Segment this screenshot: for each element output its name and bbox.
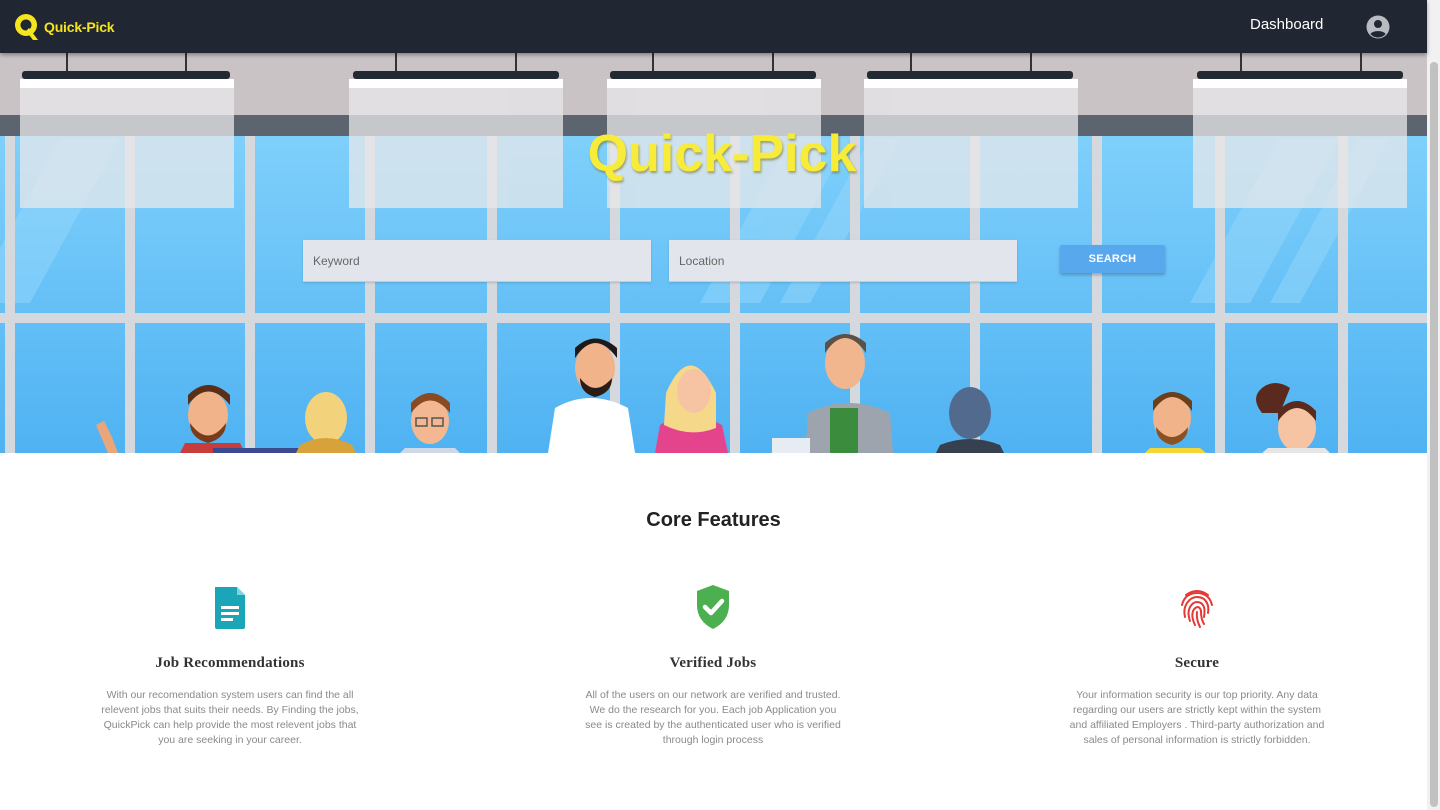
feature-verified-jobs: Verified Jobs All of the users on our ne…	[578, 583, 848, 748]
location-input[interactable]	[669, 240, 1017, 282]
dashboard-link[interactable]: Dashboard	[1250, 16, 1323, 33]
brand-logo[interactable]: Quick-Pick	[14, 11, 115, 43]
feature-description: Your information security is our top pri…	[1069, 689, 1325, 746]
feature-title: Secure	[1174, 655, 1220, 671]
verified-shield-icon	[697, 585, 729, 629]
feature-title: Verified Jobs	[669, 655, 757, 671]
fingerprint-icon	[1181, 590, 1213, 628]
core-features-title: Core Features	[646, 509, 781, 531]
hero-banner: Quick-Pick SEARCH	[0, 53, 1427, 453]
search-button[interactable]: SEARCH	[1060, 245, 1165, 273]
brand-name: Quick-Pick	[44, 19, 115, 35]
feature-job-recommendations: Job Recommendations With our recomendati…	[95, 583, 365, 748]
feature-secure: Secure Your information security is our …	[1062, 583, 1332, 748]
feature-description: With our recomendation system users can …	[101, 689, 359, 746]
quick-pick-logo-icon	[15, 14, 38, 40]
feature-description: All of the users on our network are veri…	[585, 689, 841, 746]
top-navbar: Quick-Pick Dashboard	[0, 0, 1427, 53]
hero-title: Quick-Pick	[587, 125, 857, 183]
document-icon	[215, 587, 245, 629]
page-scrollbar[interactable]	[1427, 0, 1440, 810]
keyword-input[interactable]	[303, 240, 651, 282]
feature-title: Job Recommendations	[155, 655, 305, 671]
scrollbar-thumb[interactable]	[1430, 62, 1438, 807]
account-circle-icon[interactable]	[1366, 15, 1390, 39]
